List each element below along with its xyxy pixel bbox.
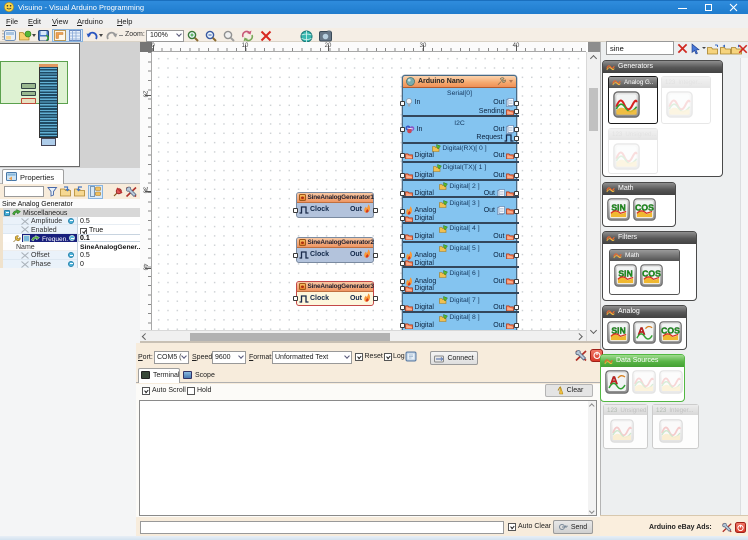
svg-text:COS: COS	[642, 268, 661, 278]
svg-text:COS: COS	[661, 325, 680, 335]
svg-text:COS: COS	[635, 202, 654, 212]
